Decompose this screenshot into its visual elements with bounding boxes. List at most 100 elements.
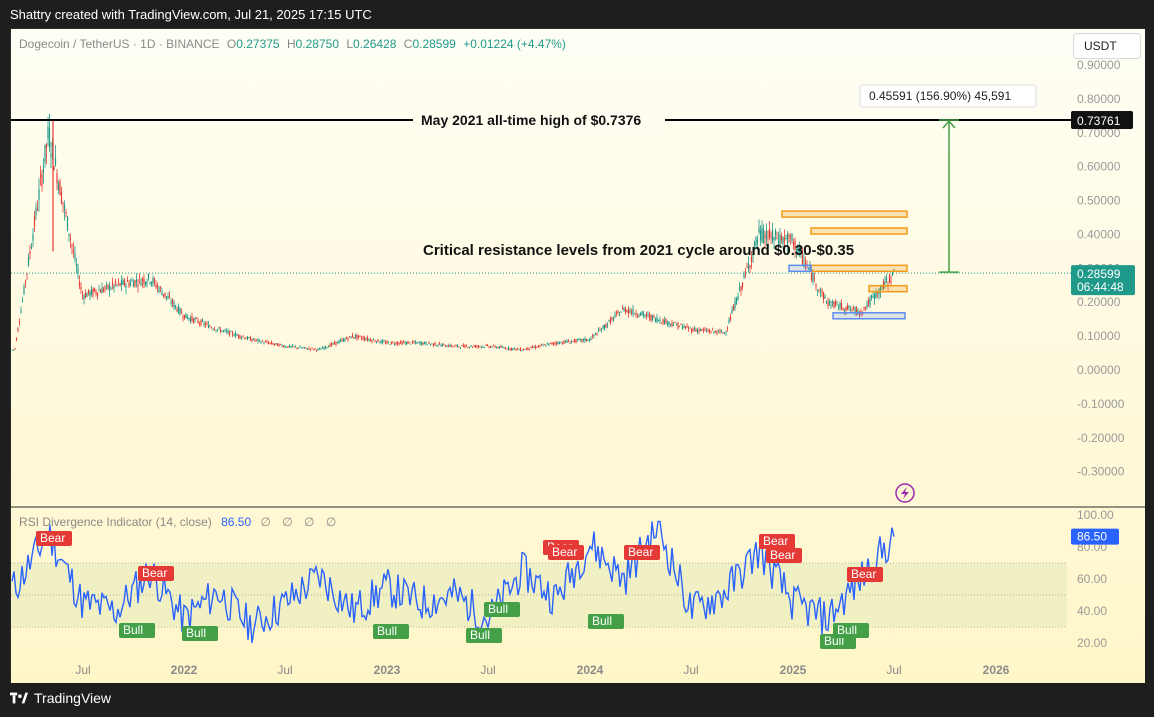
candle-body: [842, 308, 844, 310]
candle-body: [564, 341, 567, 343]
price-axis-tick: -0.30000: [1077, 465, 1125, 479]
open-label: O: [226, 37, 237, 51]
candle-body: [296, 347, 298, 349]
candle-body: [725, 332, 727, 334]
candle-body: [705, 330, 708, 332]
candle-body: [837, 307, 840, 309]
candle-body: [327, 346, 330, 348]
bear-marker: Bear: [851, 567, 876, 581]
candle-body: [50, 153, 52, 157]
candle-body: [609, 318, 612, 324]
screenshot-frame: Shattry created with TradingView.com, Ju…: [0, 0, 1154, 717]
candle-body: [354, 335, 357, 338]
candle-body: [86, 293, 88, 297]
candle-body: [561, 343, 564, 345]
candle-body: [345, 337, 348, 339]
candle-body: [140, 282, 142, 286]
candle-body: [528, 348, 531, 350]
candle-body: [465, 345, 468, 347]
candle-body: [701, 329, 703, 331]
candle-body: [474, 345, 477, 348]
candle-body: [672, 325, 675, 326]
candle-body: [147, 273, 150, 279]
candle-body: [303, 347, 306, 348]
candle-body: [461, 345, 463, 347]
candle-body: [329, 344, 331, 347]
candle-body: [680, 324, 682, 325]
candle-body: [32, 234, 34, 241]
candle-body: [35, 207, 37, 216]
candle-body: [569, 342, 571, 344]
candle-body: [366, 337, 369, 341]
candle-body: [576, 339, 579, 341]
candle-body: [693, 328, 696, 331]
candle-body: [30, 247, 33, 249]
candle-body: [213, 328, 216, 330]
candle-body: [527, 347, 529, 350]
candle-body: [440, 344, 442, 347]
candle-body: [344, 339, 346, 341]
candle-body: [63, 204, 66, 210]
candle-body: [348, 335, 351, 337]
candle-body: [455, 345, 457, 347]
time-axis-tick: 2024: [577, 663, 604, 677]
candle-body: [491, 346, 493, 348]
candle-body: [207, 324, 210, 329]
candle-body: [15, 338, 18, 341]
candle-body: [591, 335, 594, 337]
rsi-axis-tick: 100.00: [1077, 508, 1114, 522]
candle-body: [470, 345, 472, 347]
candle-body: [179, 308, 181, 314]
resistance-zone: [868, 284, 908, 293]
ath-price-label: 0.73761: [1077, 114, 1121, 128]
candle-body: [234, 333, 237, 337]
candle-body: [201, 320, 204, 322]
candle-body: [599, 329, 601, 331]
candle-body: [369, 339, 372, 341]
candle-body: [336, 341, 339, 344]
candle-body: [707, 330, 709, 332]
candle-body: [617, 311, 619, 313]
candle-body: [464, 345, 466, 348]
candle-body: [614, 314, 616, 317]
rsi-value: 86.50: [221, 515, 252, 529]
candle-body: [504, 347, 507, 350]
candle-body: [522, 349, 525, 350]
candle-body: [92, 289, 94, 296]
candle-body: [741, 282, 744, 288]
candle-body: [629, 310, 631, 313]
bear-marker: Bear: [770, 548, 795, 562]
candle-body: [312, 349, 315, 350]
candle-body: [864, 306, 867, 309]
candle-body: [749, 265, 751, 268]
resistance-zone: [810, 264, 908, 273]
candle-body: [383, 341, 385, 342]
chart-canvas[interactable]: 0.900000.800000.700000.600000.500000.400…: [11, 29, 1145, 683]
candle-body: [596, 334, 598, 336]
chart-panel[interactable]: 0.90000 0.80000 0.70000 0.60000 0.50000 0.400…: [10, 28, 1145, 683]
candle-body: [396, 342, 399, 344]
candle-body: [224, 329, 226, 331]
candle-body: [872, 296, 874, 298]
candle-body: [302, 347, 304, 349]
bear-marker: Bear: [40, 531, 65, 545]
candle-body: [330, 343, 333, 346]
candle-body: [456, 344, 459, 347]
rsi-title: RSI Divergence Indicator (14, close): [19, 515, 212, 529]
currency-button[interactable]: USDT: [1073, 33, 1141, 59]
candle-body: [422, 342, 424, 345]
candle-body: [384, 342, 387, 344]
candle-body: [638, 315, 640, 317]
candle-body: [632, 308, 634, 315]
candle-body: [191, 316, 193, 321]
candle-body: [405, 341, 408, 345]
bull-marker: Bull: [837, 623, 857, 637]
candle-body: [656, 317, 658, 322]
high-value: 0.28750: [295, 37, 340, 51]
candle-body: [281, 345, 283, 347]
candle-body: [347, 338, 349, 341]
candle-body: [252, 338, 255, 341]
candle-body: [740, 286, 742, 291]
footer-brand[interactable]: TradingView: [10, 690, 111, 706]
rsi-settings-dots[interactable]: ∅ ∅ ∅ ∅: [260, 515, 340, 529]
